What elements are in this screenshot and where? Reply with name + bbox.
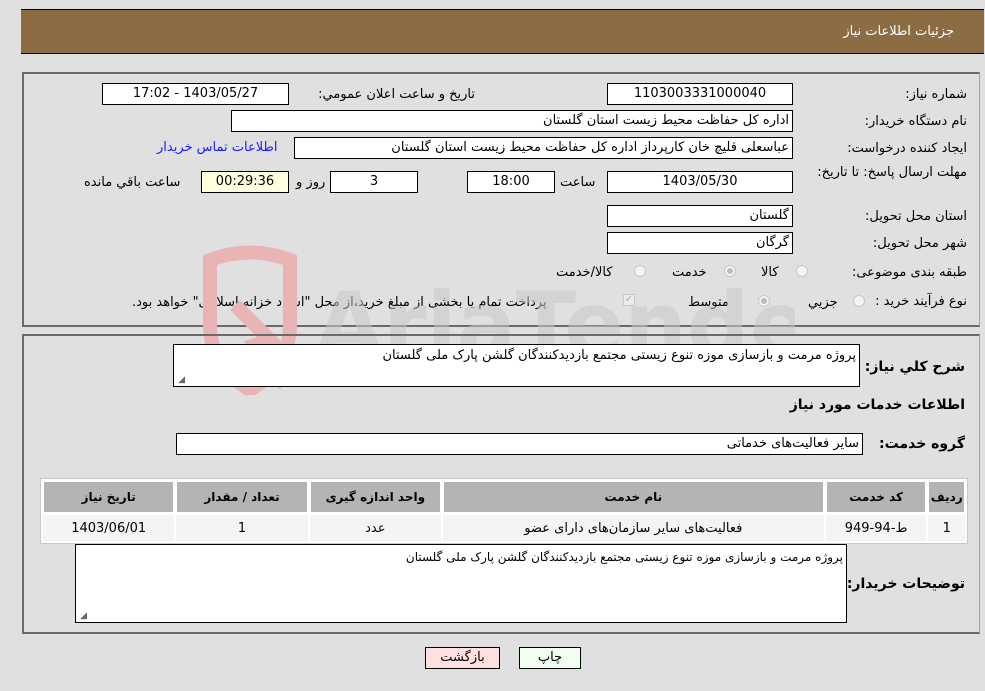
col-unit: واحد اندازه گيری [309,481,441,513]
buyer-notes-label: توضيحات خريدار: [846,576,965,592]
announce-label: تاريخ و ساعت اعلان عمومي: [318,87,475,102]
city-field: گرگان [607,232,793,254]
category-radio-goods-service[interactable] [634,265,646,277]
print-button[interactable]: چاپ [519,647,581,669]
buyer-contact-link[interactable]: اطلاعات تماس خريدار [157,140,277,155]
announce-field: 1403/05/27 - 17:02 [102,83,289,105]
province-label: استان محل تحويل: [865,209,967,224]
summary-label: شرح كلي نياز: [864,359,965,375]
deadline-date-field: 1403/05/30 [607,171,793,193]
cell-need-date: 1403/06/01 [43,515,175,541]
col-quantity: تعداد / مقدار [176,481,308,513]
page-title: جزئيات اطلاعات نياز [843,24,954,39]
service-group-label: گروه خدمت: [879,436,965,452]
category-option-goods: کالا [761,265,779,280]
buyer-org-field: اداره کل حفاظت محيط زيست استان گلستان [231,110,793,132]
services-table: رديف كد خدمت نام خدمت واحد اندازه گيری ت… [40,478,968,544]
buyer-notes-text: پروژه مرمت و بازسازی موزه تنوع زیستی مجت… [405,550,843,564]
resize-grip-icon[interactable]: ◢ [79,612,87,621]
page-header: جزئيات اطلاعات نياز [21,9,984,54]
category-option-goods-service: کالا/خدمت [556,265,613,280]
deadline-time-field: 18:00 [467,171,555,193]
deadline-label: مهلت ارسال پاسخ: تا تاريخ: [817,165,967,180]
process-option-medium: متوسط [688,295,729,310]
cell-quantity: 1 [176,515,308,541]
category-label: طبقه بندی موضوعی: [851,265,967,280]
back-button[interactable]: بازگشت [425,647,500,669]
summary-textarea[interactable]: پروژه مرمت و بازسازی موزه تنوع زیستی مجت… [173,344,860,387]
resize-grip-icon[interactable]: ◢ [177,376,185,385]
need-number-label: شماره نياز: [905,87,967,102]
service-group-field: ساير فعاليت‌های خدماتی [176,433,863,455]
table-header-row: رديف كد خدمت نام خدمت واحد اندازه گيری ت… [43,481,965,513]
services-title: اطلاعات خدمات مورد نياز [789,397,965,413]
buyer-org-label: نام دستگاه خريدار: [864,114,967,129]
process-radio-minor[interactable] [853,295,865,307]
requester-field: عباسعلی قلیچ خان کارپرداز اداره کل حفاظت… [294,137,793,159]
cell-row-number: 1 [928,515,965,541]
buyer-notes-textarea[interactable]: پروژه مرمت و بازسازی موزه تنوع زیستی مجت… [75,544,847,623]
col-service-code: كد خدمت [825,481,927,513]
requester-label: ايجاد کننده درخواست: [847,141,967,156]
cell-service-name: فعاليت‌های ساير سازمان‌های دارای عضو [442,515,824,541]
city-label: شهر محل تحويل: [872,236,967,251]
summary-text: پروژه مرمت و بازسازی موزه تنوع زیستی مجت… [382,348,856,363]
days-field: 3 [330,171,418,193]
category-radio-goods[interactable] [796,265,808,277]
treasury-note: پرداخت تمام يا بخشی از مبلغ خريد،از محل … [132,295,547,310]
category-option-service: خدمت [672,265,707,280]
table-row: 1 ط-94-949 فعاليت‌های ساير سازمان‌های دا… [43,515,965,541]
process-label: نوع فرآيند خريد : [875,294,967,309]
province-field: گلستان [607,205,793,227]
deadline-time-label: ساعت [560,175,596,190]
col-need-date: تاريخ نياز [43,481,175,513]
cell-service-code: ط-94-949 [825,515,927,541]
col-row-number: رديف [928,481,965,513]
col-service-name: نام خدمت [442,481,824,513]
remaining-label: ساعت باقي مانده [84,175,181,190]
process-option-minor: جزيي [808,295,838,310]
days-label: روز و [296,175,326,190]
process-radio-medium[interactable] [758,295,770,307]
treasury-checkbox[interactable]: ✓ [623,294,635,306]
remaining-time-field: 00:29:36 [201,171,289,193]
need-number-field: 1103003331000040 [607,83,793,105]
category-radio-service[interactable] [724,265,736,277]
cell-unit: عدد [309,515,441,541]
